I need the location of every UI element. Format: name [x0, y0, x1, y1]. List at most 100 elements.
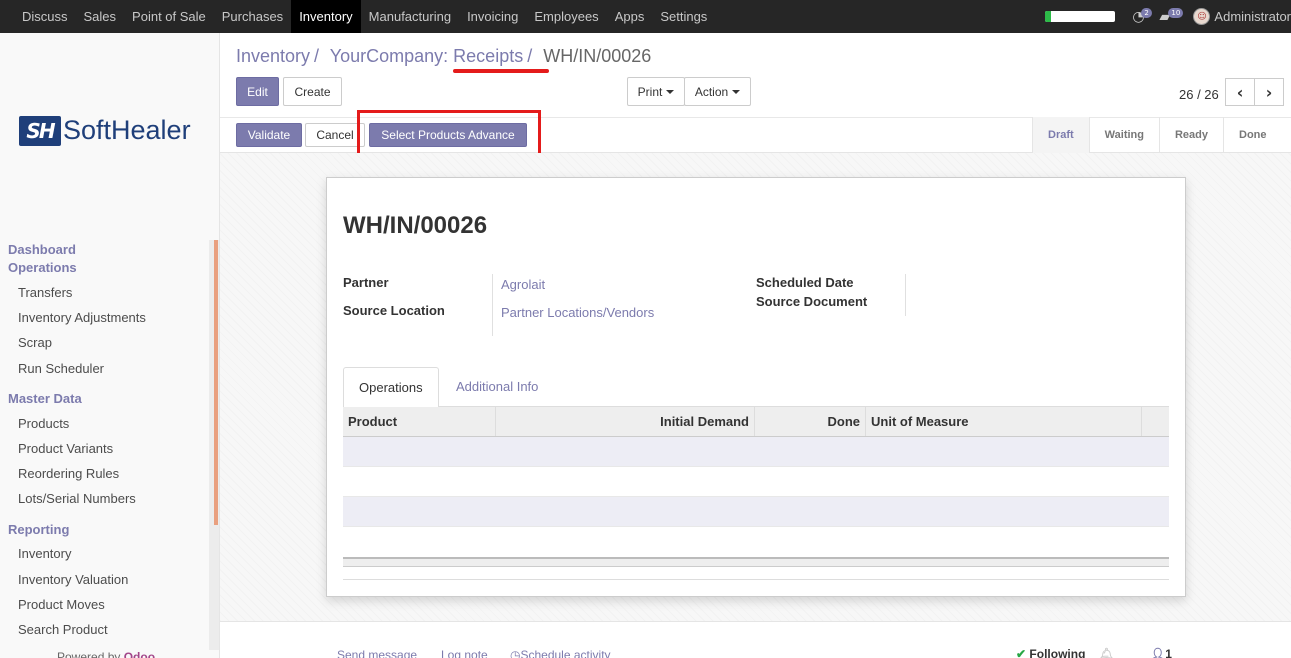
pager-previous-button[interactable]: ‹	[1225, 78, 1255, 106]
red-underline-annotation	[453, 69, 549, 73]
table-bottom-line	[343, 579, 1169, 580]
caret-down-icon	[666, 89, 675, 94]
powered-by: Powered by Odoo	[57, 650, 155, 658]
nav-dashboard[interactable]: Dashboard	[8, 242, 76, 257]
menu-apps[interactable]: Apps	[607, 0, 653, 33]
nav-section-operations: Operations	[8, 260, 77, 275]
log-note-link[interactable]: Log note	[441, 648, 488, 658]
company-logo: SH SoftHealer	[19, 115, 191, 146]
breadcrumb-inventory[interactable]: Inventory	[236, 46, 310, 66]
nav-item-inventory-valuation[interactable]: Inventory Valuation	[18, 572, 128, 587]
tab-operations[interactable]: Operations	[343, 367, 439, 408]
column-unit-of-measure[interactable]: Unit of Measure	[866, 407, 1142, 436]
app-menu: Discuss Sales Point of Sale Purchases In…	[0, 0, 715, 33]
edit-button[interactable]: Edit	[236, 77, 279, 106]
nav-item-products[interactable]: Products	[18, 416, 69, 431]
menu-sales[interactable]: Sales	[76, 0, 125, 33]
menu-invoicing[interactable]: Invoicing	[459, 0, 526, 33]
top-navbar: Discuss Sales Point of Sale Purchases In…	[0, 0, 1291, 33]
followers-count: 1	[1165, 647, 1172, 658]
activity-clock-icon[interactable]: ◔ 2	[1132, 7, 1152, 25]
nav-item-search-product[interactable]: Search Product	[18, 622, 108, 637]
print-dropdown[interactable]: Print	[627, 77, 685, 106]
table-row	[343, 467, 1169, 497]
cancel-button[interactable]: Cancel	[305, 123, 365, 147]
clock-icon: ◷	[510, 648, 521, 658]
powered-prefix: Powered by	[57, 650, 121, 658]
breadcrumb-separator: /	[314, 46, 320, 66]
menu-discuss[interactable]: Discuss	[14, 0, 76, 33]
action-dropdown[interactable]: Action	[684, 77, 751, 106]
menu-purchases[interactable]: Purchases	[214, 0, 291, 33]
table-row	[343, 527, 1169, 557]
nav-item-inventory-adjustments[interactable]: Inventory Adjustments	[18, 310, 146, 325]
bell-icon[interactable]: 🔔︎	[1099, 647, 1114, 658]
nav-item-inventory-report[interactable]: Inventory	[18, 546, 71, 561]
nav-item-scrap[interactable]: Scrap	[18, 335, 52, 350]
menu-manufacturing[interactable]: Manufacturing	[361, 0, 459, 33]
column-product[interactable]: Product	[343, 407, 496, 436]
column-actions	[1142, 407, 1169, 436]
pager-next-button[interactable]: ›	[1254, 78, 1284, 106]
menu-employees[interactable]: Employees	[526, 0, 606, 33]
stage-ready[interactable]: Ready	[1158, 117, 1223, 153]
nav-item-reordering-rules[interactable]: Reordering Rules	[18, 466, 119, 481]
field-divider	[905, 274, 906, 316]
partner-label: Partner	[343, 275, 389, 290]
menu-settings[interactable]: Settings	[652, 0, 715, 33]
menu-point-of-sale[interactable]: Point of Sale	[124, 0, 214, 33]
table-footer	[343, 557, 1169, 567]
nav-item-transfers[interactable]: Transfers	[18, 285, 72, 300]
followers-button[interactable]: 👤︎1	[1150, 647, 1172, 658]
schedule-activity-label: Schedule activity	[520, 648, 611, 658]
nav-item-product-moves[interactable]: Product Moves	[18, 597, 105, 612]
source-document-label: Source Document	[756, 294, 868, 309]
send-message-link[interactable]: Send message	[337, 648, 417, 658]
sidebar: SH SoftHealer Dashboard Operations Trans…	[0, 33, 220, 658]
systray: ◔ 2 ▰ 10 ☺ Administrator	[1045, 0, 1291, 33]
breadcrumb-receipts[interactable]: Receipts	[453, 46, 523, 66]
record-title: WH/IN/00026	[343, 212, 488, 239]
user-icon: 👤︎	[1150, 647, 1166, 658]
logo-text: SoftHealer	[63, 115, 191, 145]
stage-done[interactable]: Done	[1223, 117, 1282, 153]
stage-waiting[interactable]: Waiting	[1088, 117, 1159, 153]
user-menu[interactable]: Administrator	[1214, 9, 1291, 24]
nav-item-product-variants[interactable]: Product Variants	[18, 441, 113, 456]
user-avatar[interactable]: ☺	[1193, 8, 1211, 25]
column-initial-demand[interactable]: Initial Demand	[496, 407, 755, 436]
breadcrumb-current: WH/IN/00026	[543, 46, 652, 66]
source-location-label: Source Location	[343, 303, 445, 318]
following-button[interactable]: ✔ Following 🔔︎	[1016, 647, 1114, 658]
following-label: Following	[1029, 647, 1086, 658]
pager-value[interactable]: 26 / 26	[1179, 87, 1219, 102]
breadcrumb-separator: /	[527, 46, 533, 66]
create-button[interactable]: Create	[283, 77, 342, 106]
odoo-brand[interactable]: Odoo	[124, 650, 155, 658]
validate-button[interactable]: Validate	[236, 123, 302, 147]
messages-badge: 10	[1168, 7, 1184, 18]
table-row	[343, 497, 1169, 527]
caret-down-icon	[732, 89, 741, 94]
source-location-value[interactable]: Partner Locations/Vendors	[501, 305, 654, 320]
sidebar-scroll-thumb[interactable]	[214, 240, 218, 525]
nav-item-run-scheduler[interactable]: Run Scheduler	[18, 361, 104, 376]
messages-chat-icon[interactable]: ▰ 10	[1159, 7, 1184, 25]
check-icon: ✔	[1016, 647, 1027, 658]
activity-badge: 2	[1141, 7, 1152, 18]
onboarding-progress-bar[interactable]	[1045, 11, 1116, 22]
tab-additional-info[interactable]: Additional Info	[441, 367, 553, 407]
partner-value[interactable]: Agrolait	[501, 277, 545, 292]
column-done[interactable]: Done	[755, 407, 866, 436]
table-row	[343, 437, 1169, 467]
progress-fill	[1045, 11, 1052, 22]
breadcrumb: Inventory / YourCompany: Receipts / WH/IN/…	[236, 46, 651, 67]
stage-draft[interactable]: Draft	[1032, 117, 1089, 153]
schedule-activity-link[interactable]: ◷Schedule activity	[510, 648, 611, 658]
nav-item-lots-serial-numbers[interactable]: Lots/Serial Numbers	[18, 491, 136, 506]
menu-inventory[interactable]: Inventory	[291, 0, 361, 33]
notebook-tabs: Operations Additional Info	[343, 367, 1169, 408]
breadcrumb-company[interactable]: YourCompany:	[330, 46, 453, 66]
red-box-annotation	[357, 110, 541, 157]
action-label: Action	[694, 84, 729, 99]
